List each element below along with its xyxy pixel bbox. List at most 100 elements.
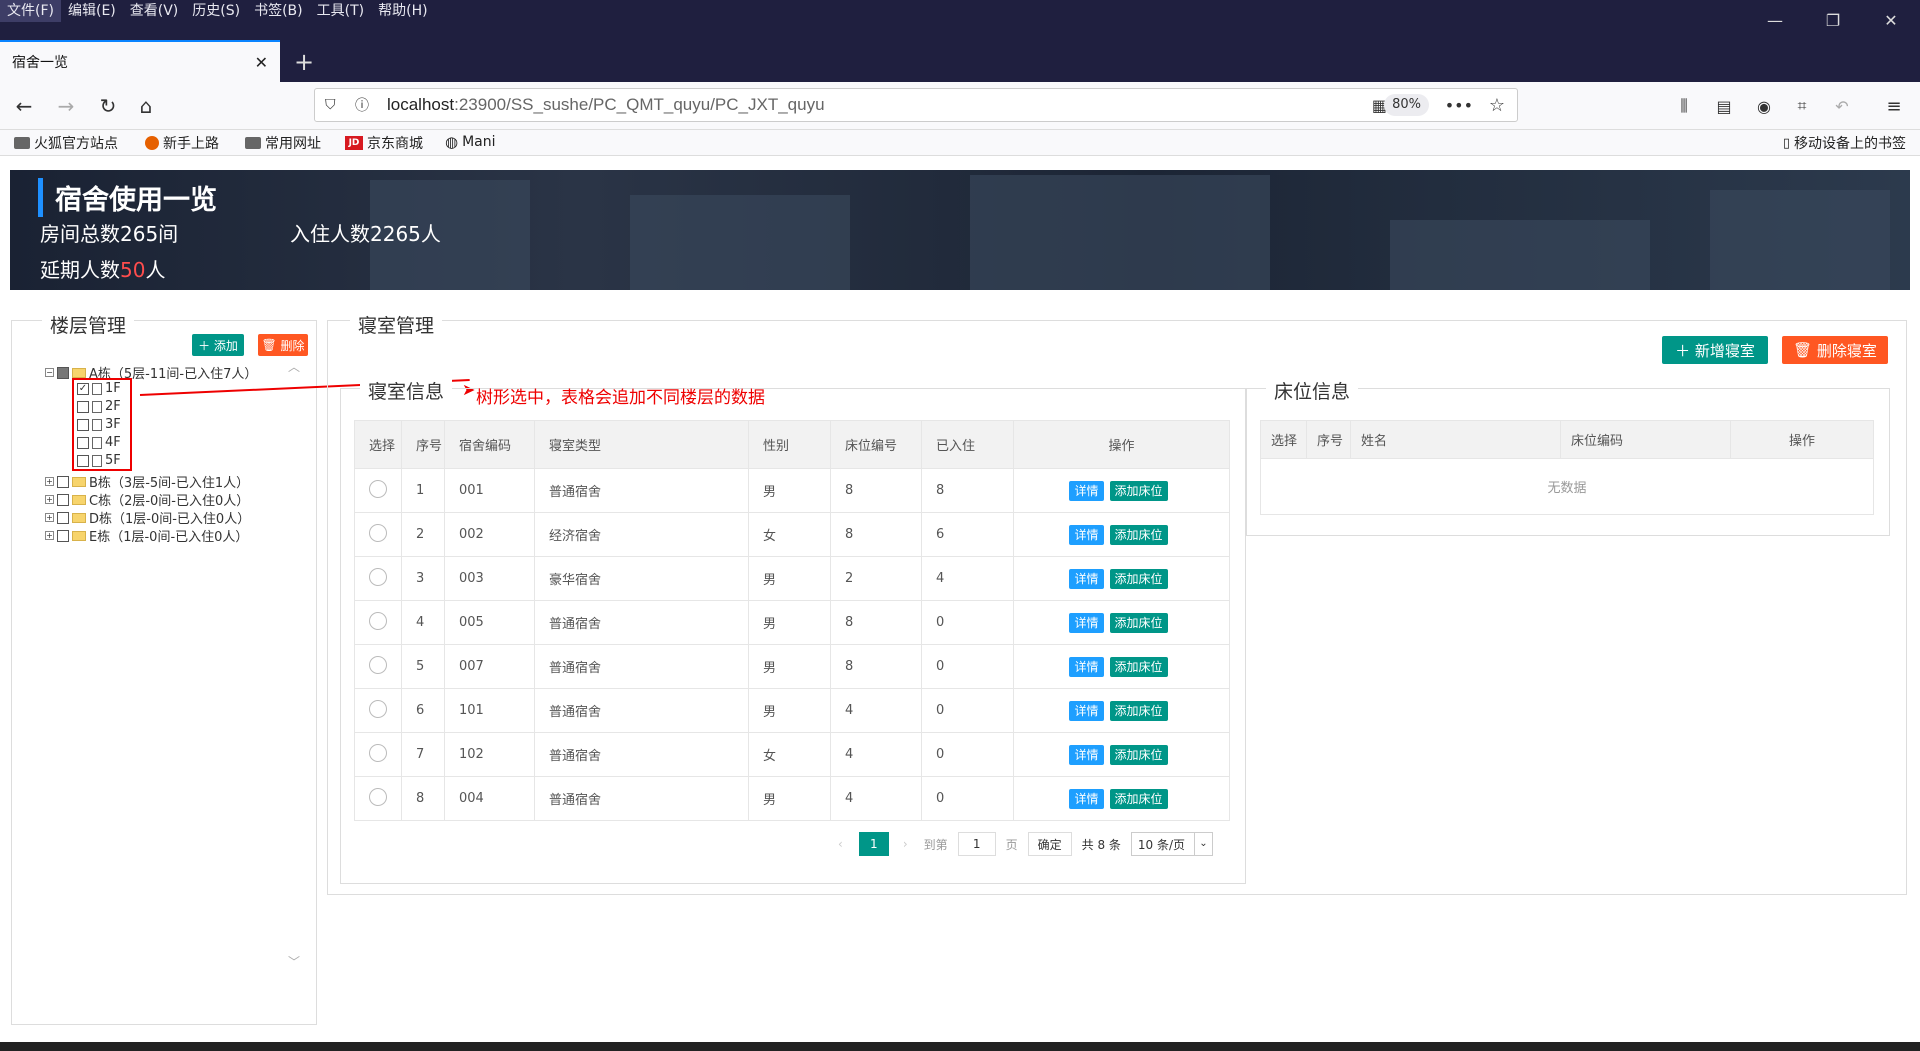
row-radio[interactable]	[369, 611, 387, 630]
table-cell: 男	[748, 556, 831, 601]
detail-button[interactable]: 详情	[1069, 612, 1104, 633]
delete-floor-button[interactable]: 🗑 删除	[258, 334, 308, 356]
col-gender: 性别	[748, 420, 831, 469]
new-tab-icon[interactable]: +	[286, 44, 322, 80]
bookmark-mani[interactable]: ◍ Mani	[445, 133, 496, 151]
page-input[interactable]: 1	[957, 832, 996, 856]
tree-node-d[interactable]: + D栋（1层-0间-已入住0人）	[45, 508, 250, 527]
sidebar-icon[interactable]: ▤	[1710, 92, 1738, 120]
tree-checkbox[interactable]	[57, 511, 69, 524]
bed-col-code: 床位编码	[1560, 420, 1731, 459]
home-icon[interactable]: ⌂	[132, 92, 160, 120]
scroll-down-icon[interactable]: ﹀	[288, 953, 300, 970]
bookmark-mobile[interactable]: ▯ 移动设备上的书签	[1783, 133, 1906, 153]
add-bed-button[interactable]: 添加床位	[1109, 788, 1168, 809]
close-window-icon[interactable]: ✕	[1862, 0, 1920, 40]
add-bed-button[interactable]: 添加床位	[1109, 700, 1168, 721]
tree-checkbox[interactable]	[57, 475, 69, 488]
undo-icon[interactable]: ↶	[1828, 92, 1856, 120]
delay-count: 延期人数50人	[40, 258, 166, 282]
page-current[interactable]: 1	[858, 832, 889, 856]
restore-icon[interactable]: ❐	[1804, 0, 1862, 40]
col-code: 宿舍编码	[444, 420, 535, 469]
info-icon[interactable]: ⓘ	[355, 95, 369, 115]
zoom-level[interactable]: 80%	[1384, 94, 1429, 116]
add-bed-button[interactable]: 添加床位	[1109, 744, 1168, 765]
goto-label: 到第	[923, 837, 948, 852]
table-cell: 007	[444, 644, 535, 689]
expand-icon[interactable]: +	[45, 531, 54, 540]
add-bed-button[interactable]: 添加床位	[1109, 480, 1168, 501]
tab-close-icon[interactable]: ✕	[255, 53, 268, 72]
minimize-icon[interactable]: —	[1746, 0, 1804, 40]
forward-icon[interactable]: →	[52, 92, 80, 120]
shield-icon[interactable]: ⛉	[325, 97, 336, 113]
menu-edit[interactable]: 编辑(E)	[61, 0, 123, 22]
hamburger-menu-icon[interactable]: ≡	[1880, 92, 1908, 120]
tree-checkbox[interactable]	[57, 529, 69, 542]
collapse-icon[interactable]: −	[45, 368, 54, 377]
row-radio[interactable]	[369, 699, 387, 718]
expand-icon[interactable]: +	[45, 495, 54, 504]
detail-button[interactable]: 详情	[1069, 568, 1104, 589]
add-bed-button[interactable]: 添加床位	[1109, 612, 1168, 633]
url-bar[interactable]: ⛉ ⓘ localhost:23900/SS_sushe/PC_QMT_quyu…	[314, 88, 1518, 122]
detail-button[interactable]: 详情	[1069, 524, 1104, 545]
tab-active[interactable]: 宿舍一览 ✕	[0, 40, 280, 82]
bookmark-firefox[interactable]: 火狐官方站点	[14, 133, 118, 153]
screenshot-icon[interactable]: ⌗	[1788, 92, 1816, 120]
delete-room-button[interactable]: 🗑 删除寝室	[1782, 336, 1888, 364]
prev-page-icon[interactable]: ‹	[838, 837, 843, 851]
folder-icon	[72, 476, 86, 487]
star-icon[interactable]: ☆	[1489, 95, 1505, 116]
detail-button[interactable]: 详情	[1069, 744, 1104, 765]
next-page-icon[interactable]: ›	[903, 837, 908, 851]
menu-bookmarks[interactable]: 书签(B)	[247, 0, 310, 22]
tree-node-b[interactable]: + B栋（3层-5间-已入住1人）	[45, 472, 249, 491]
row-radio[interactable]	[369, 655, 387, 674]
add-bed-button[interactable]: 添加床位	[1109, 568, 1168, 589]
menu-history[interactable]: 历史(S)	[185, 0, 247, 22]
menu-tools[interactable]: 工具(T)	[310, 0, 371, 22]
tree-node-c[interactable]: + C栋（2层-0间-已入住0人）	[45, 490, 249, 509]
add-bed-button[interactable]: 添加床位	[1109, 656, 1168, 677]
table-cell: 女	[748, 732, 831, 777]
library-icon[interactable]: ⫼	[1670, 92, 1698, 120]
add-floor-button[interactable]: ＋ 添加	[192, 334, 244, 356]
bookmark-getting-started[interactable]: 新手上路	[145, 133, 219, 153]
row-radio[interactable]	[369, 523, 387, 542]
scroll-up-icon[interactable]: ︿	[288, 358, 300, 375]
menu-file[interactable]: 文件(F)	[0, 0, 61, 22]
folder-icon	[245, 137, 261, 149]
bed-col-name: 姓名	[1350, 420, 1561, 459]
mobile-icon: ▯	[1782, 135, 1790, 151]
tree-scrollbar[interactable]: ︿ ﹀	[288, 358, 304, 970]
bookmark-jd[interactable]: JD 京东商城	[345, 133, 423, 153]
detail-button[interactable]: 详情	[1069, 788, 1104, 809]
bed-col-actions: 操作	[1730, 420, 1874, 459]
row-radio[interactable]	[369, 567, 387, 586]
detail-button[interactable]: 详情	[1069, 700, 1104, 721]
row-radio[interactable]	[369, 787, 387, 806]
more-icon[interactable]: •••	[1445, 96, 1473, 115]
annotation-note: 树形选中，表格会追加不同楼层的数据	[476, 388, 765, 408]
confirm-button[interactable]: 确定	[1027, 832, 1072, 856]
menu-view[interactable]: 查看(V)	[123, 0, 186, 22]
per-page-select[interactable]: 10 条/页 ⌄	[1130, 832, 1213, 856]
reload-icon[interactable]: ↻	[94, 92, 122, 120]
row-radio[interactable]	[369, 479, 387, 498]
back-icon[interactable]: ←	[10, 92, 38, 120]
detail-button[interactable]: 详情	[1069, 656, 1104, 677]
new-room-button[interactable]: ＋ 新增寝室	[1662, 336, 1768, 364]
tree-node-e[interactable]: + E栋（1层-0间-已入住0人）	[45, 526, 248, 545]
detail-button[interactable]: 详情	[1069, 480, 1104, 501]
expand-icon[interactable]: +	[45, 477, 54, 486]
row-radio[interactable]	[369, 743, 387, 762]
tree-checkbox[interactable]	[57, 366, 69, 379]
expand-icon[interactable]: +	[45, 513, 54, 522]
bookmark-common-sites[interactable]: 常用网址	[245, 133, 321, 153]
tree-checkbox[interactable]	[57, 493, 69, 506]
add-bed-button[interactable]: 添加床位	[1109, 524, 1168, 545]
menu-help[interactable]: 帮助(H)	[371, 0, 434, 22]
account-icon[interactable]: ◉	[1750, 92, 1778, 120]
